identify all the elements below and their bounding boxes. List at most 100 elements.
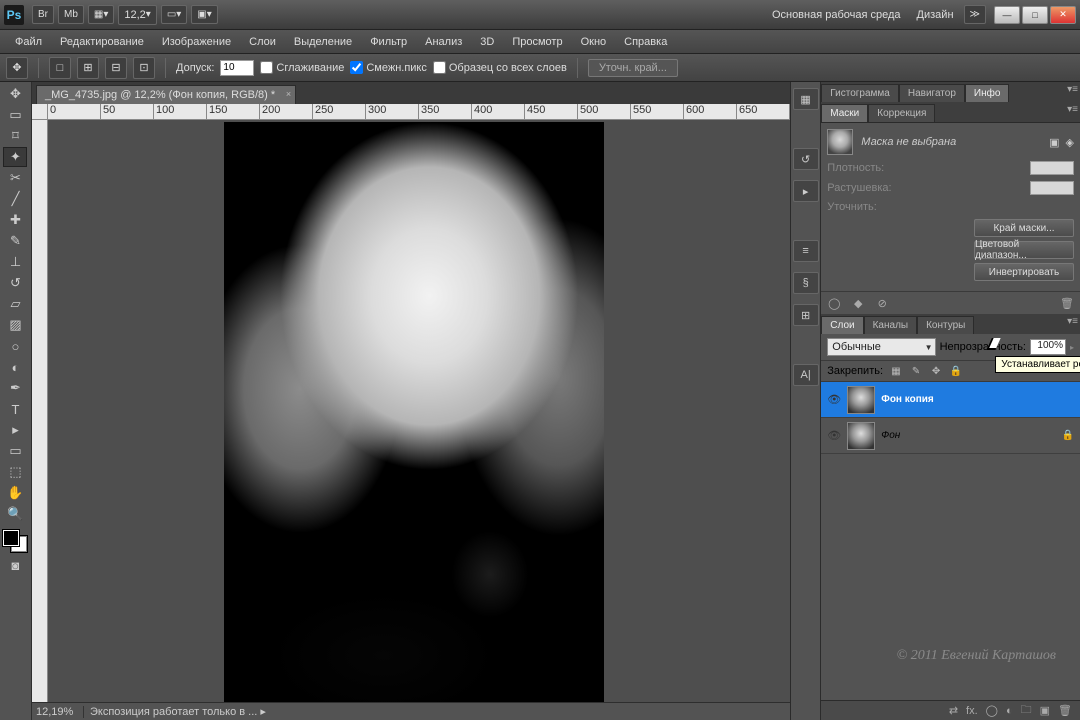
tolerance-input[interactable] [220, 60, 254, 76]
dock-icon-tool-presets[interactable]: ⊞ [793, 304, 819, 326]
menu-help[interactable]: Справка [615, 33, 676, 51]
dock-icon-history[interactable]: ↺ [793, 148, 819, 170]
shape-tool-icon[interactable]: ▭ [3, 441, 27, 461]
delete-layer-icon[interactable]: 🗑 [1058, 704, 1072, 717]
sample-all-layers-checkbox[interactable]: Образец со всех слоев [433, 61, 567, 74]
screen-mode-icon[interactable]: ▣▾ [191, 5, 217, 24]
marquee-tool-icon[interactable]: ▭ [3, 105, 27, 125]
dodge-tool-icon[interactable]: ◐ [3, 357, 27, 377]
refine-edge-button[interactable]: Уточн. край... [588, 59, 678, 77]
menu-window[interactable]: Окно [572, 33, 616, 51]
stamp-tool-icon[interactable]: ⊥ [3, 252, 27, 272]
menu-analysis[interactable]: Анализ [416, 33, 471, 51]
foreground-color-swatch[interactable] [3, 530, 19, 546]
move-tool-icon[interactable]: ✥ [3, 84, 27, 104]
visibility-icon[interactable]: 👁 [827, 393, 841, 407]
dock-icon-swatches[interactable]: ▦ [793, 88, 819, 110]
close-tab-icon[interactable]: × [286, 89, 291, 99]
menu-layer[interactable]: Слои [240, 33, 285, 51]
tab-masks[interactable]: Маски [821, 104, 868, 122]
document-tab[interactable]: _MG_4735.jpg @ 12,2% (Фон копия, RGB/8) … [36, 85, 296, 104]
magic-wand-tool-icon[interactable]: ✦ [3, 147, 27, 167]
eraser-tool-icon[interactable]: ▱ [3, 294, 27, 314]
maximize-button[interactable]: □ [1022, 6, 1048, 24]
history-brush-tool-icon[interactable]: ↺ [3, 273, 27, 293]
eyedropper-tool-icon[interactable]: ╱ [3, 189, 27, 209]
contiguous-checkbox[interactable]: Смежн.пикс [350, 61, 427, 74]
menu-3d[interactable]: 3D [471, 33, 503, 51]
status-zoom[interactable]: 12,19% [32, 706, 84, 718]
crop-tool-icon[interactable]: ✂ [3, 168, 27, 188]
workspace-essentials[interactable]: Основная рабочая среда [764, 9, 909, 21]
type-tool-icon[interactable]: T [3, 399, 27, 419]
color-range-button[interactable]: Цветовой диапазон... [974, 241, 1074, 259]
antialias-checkbox[interactable]: Сглаживание [260, 61, 344, 74]
pen-tool-icon[interactable]: ✒ [3, 378, 27, 398]
lock-position-icon[interactable]: ✥ [929, 364, 943, 378]
workspace-more-icon[interactable]: ≫ [964, 5, 986, 24]
panel-menu-icon[interactable]: ▾≡ [1067, 316, 1078, 327]
tab-channels[interactable]: Каналы [864, 316, 918, 334]
group-icon[interactable]: 🗀 [1021, 701, 1032, 720]
adjustment-layer-icon[interactable]: ◐ [1006, 705, 1013, 717]
selection-new-icon[interactable]: □ [49, 57, 71, 79]
opacity-flyout-icon[interactable]: ▸ [1070, 343, 1074, 352]
quickmask-icon[interactable]: ◙ [3, 555, 27, 575]
brush-tool-icon[interactable]: ✎ [3, 231, 27, 251]
visibility-icon[interactable]: 👁 [827, 429, 841, 443]
layer-thumbnail[interactable] [847, 386, 875, 414]
selection-subtract-icon[interactable]: ⊟ [105, 57, 127, 79]
panel-menu-icon[interactable]: ▾≡ [1067, 84, 1078, 95]
tab-paths[interactable]: Контуры [917, 316, 974, 334]
zoom-level-dropdown[interactable]: 12,2 ▾ [118, 5, 156, 25]
arrange-icon[interactable]: ▭▾ [161, 5, 187, 24]
dock-icon-brush[interactable]: ≡ [793, 240, 819, 262]
opacity-input[interactable]: 100% [1030, 339, 1066, 355]
menu-filter[interactable]: Фильтр [361, 33, 416, 51]
3d-tool-icon[interactable]: ⬚ [3, 462, 27, 482]
menu-edit[interactable]: Редактирование [51, 33, 153, 51]
tab-navigator[interactable]: Навигатор [899, 84, 965, 102]
dock-icon-actions[interactable]: ▸ [793, 180, 819, 202]
lasso-tool-icon[interactable]: ⌑ [3, 126, 27, 146]
layer-fx-icon[interactable]: fx. [966, 705, 978, 717]
canvas[interactable] [48, 120, 790, 702]
gradient-tool-icon[interactable]: ▨ [3, 315, 27, 335]
dock-icon-clone[interactable]: § [793, 272, 819, 294]
workspace-design[interactable]: Дизайн [909, 9, 962, 21]
invert-button[interactable]: Инвертировать [974, 263, 1074, 281]
menu-select[interactable]: Выделение [285, 33, 361, 51]
panel-menu-icon[interactable]: ▾≡ [1067, 104, 1078, 115]
new-layer-icon[interactable]: ▣ [1040, 704, 1050, 717]
density-value[interactable] [1030, 161, 1074, 175]
load-selection-icon[interactable]: ◯ [825, 296, 843, 310]
link-layers-icon[interactable]: ⇄ [949, 704, 958, 717]
lock-transparency-icon[interactable]: ▦ [889, 364, 903, 378]
color-swatches[interactable] [1, 528, 29, 554]
blend-mode-dropdown[interactable]: Обычные▼ [827, 338, 935, 356]
delete-mask-icon[interactable]: 🗑 [1058, 296, 1076, 310]
layer-name[interactable]: Фон [881, 430, 900, 441]
disable-mask-icon[interactable]: ⊘ [873, 296, 891, 310]
feather-value[interactable] [1030, 181, 1074, 195]
layer-thumbnail[interactable] [847, 422, 875, 450]
layer-row[interactable]: 👁 Фон копия [821, 382, 1080, 418]
hand-tool-icon[interactable]: ✋ [3, 483, 27, 503]
menu-view[interactable]: Просмотр [503, 33, 571, 51]
tab-histogram[interactable]: Гистограмма [821, 84, 899, 102]
vector-mask-icon[interactable]: ◈ [1066, 136, 1074, 149]
tab-layers[interactable]: Слои [821, 316, 863, 334]
pixel-mask-icon[interactable]: ▣ [1049, 136, 1059, 149]
path-select-tool-icon[interactable]: ▸ [3, 420, 27, 440]
tab-adjustments[interactable]: Коррекция [868, 104, 935, 122]
tool-preset-icon[interactable]: ✥ [6, 57, 28, 79]
lock-image-icon[interactable]: ✎ [909, 364, 923, 378]
dock-icon-character[interactable]: A| [793, 364, 819, 386]
zoom-tool-icon[interactable]: 🔍 [3, 504, 27, 524]
layer-name[interactable]: Фон копия [881, 394, 933, 405]
blur-tool-icon[interactable]: ○ [3, 336, 27, 356]
lock-all-icon[interactable]: 🔒 [949, 364, 963, 378]
selection-intersect-icon[interactable]: ⊡ [133, 57, 155, 79]
apply-mask-icon[interactable]: ◆ [849, 296, 867, 310]
healing-tool-icon[interactable]: ✚ [3, 210, 27, 230]
